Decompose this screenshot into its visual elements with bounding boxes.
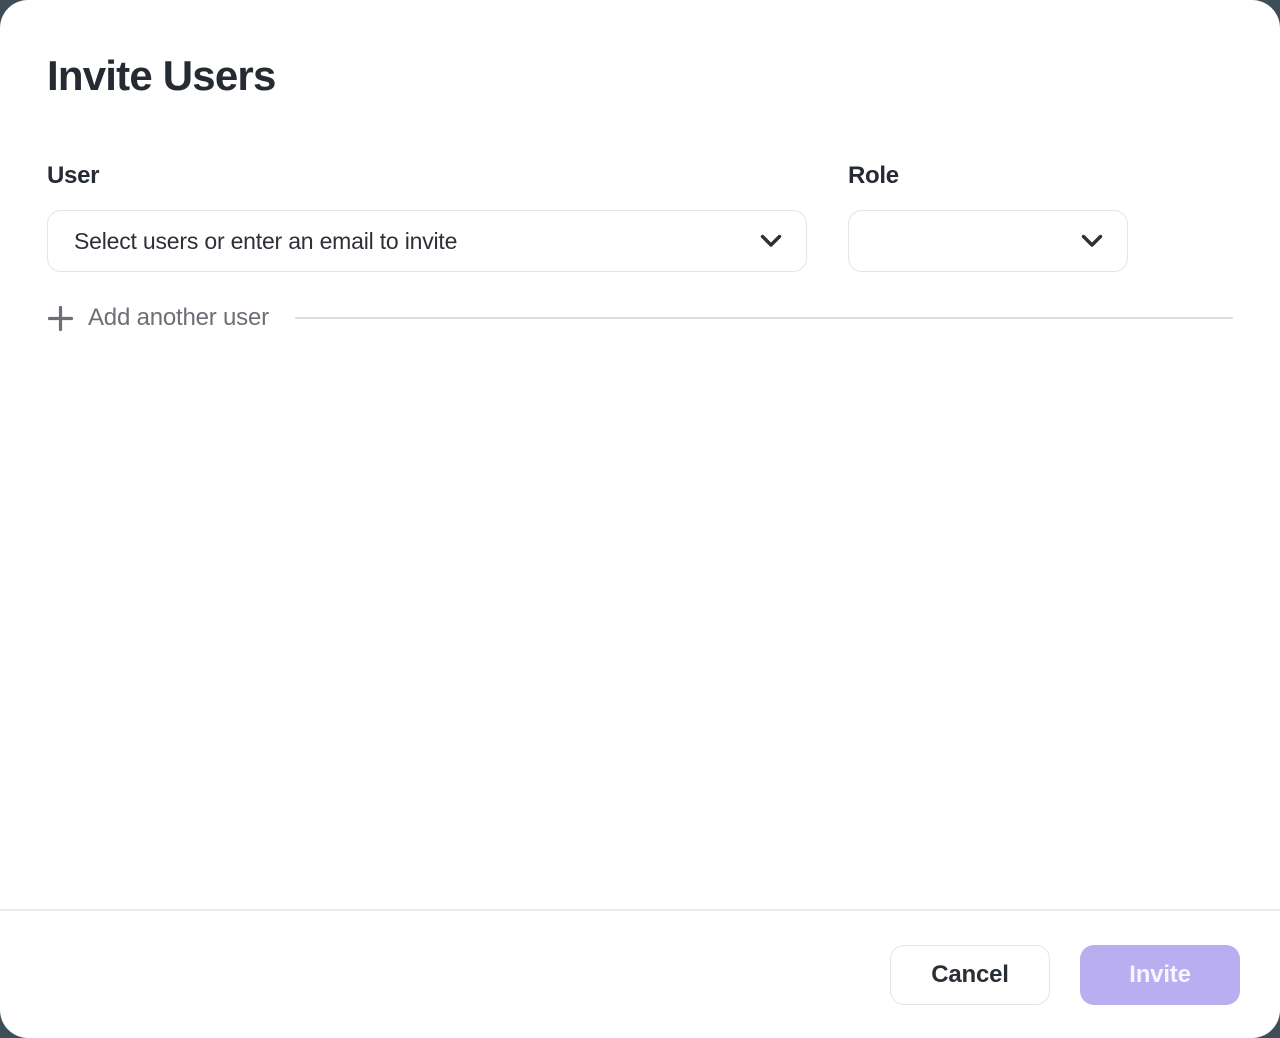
page-title: Invite Users <box>47 52 1233 100</box>
invite-button[interactable]: Invite <box>1080 945 1240 1005</box>
modal-body-spacer <box>47 332 1233 909</box>
modal-body: Invite Users User Select users or enter … <box>0 0 1280 909</box>
inline-divider <box>295 317 1233 319</box>
role-select[interactable] <box>848 210 1128 272</box>
user-select-placeholder: Select users or enter an email to invite <box>74 228 760 255</box>
chevron-down-icon <box>760 234 782 248</box>
add-user-row: Add another user <box>47 304 1233 332</box>
invite-users-modal: Invite Users User Select users or enter … <box>0 0 1280 1038</box>
user-field: User Select users or enter an email to i… <box>47 162 807 272</box>
add-another-user-button[interactable]: Add another user <box>47 304 269 332</box>
chevron-down-icon <box>1081 234 1103 248</box>
invite-form-row: User Select users or enter an email to i… <box>47 162 1233 272</box>
modal-footer: Cancel Invite <box>0 909 1280 1038</box>
role-field-label: Role <box>848 162 1128 190</box>
user-select[interactable]: Select users or enter an email to invite <box>47 210 807 272</box>
role-field: Role <box>848 162 1128 272</box>
cancel-button[interactable]: Cancel <box>890 945 1050 1005</box>
add-another-user-label: Add another user <box>88 304 269 332</box>
user-field-label: User <box>47 162 807 190</box>
plus-icon <box>47 305 74 332</box>
